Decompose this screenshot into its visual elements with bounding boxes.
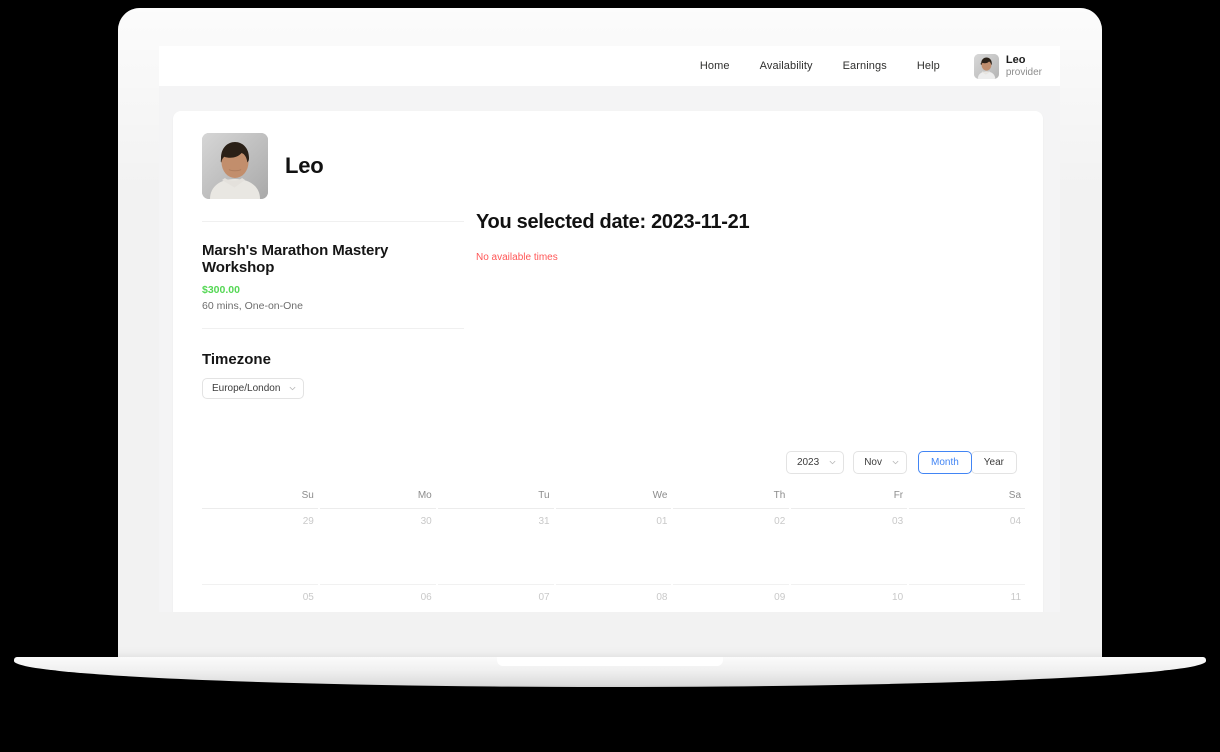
event-price: $300.00 bbox=[202, 284, 240, 296]
calendar-day-cell[interactable]: 11 bbox=[909, 583, 1026, 613]
nav-link-earnings[interactable]: Earnings bbox=[843, 60, 887, 72]
calendar-controls: 2023 Nov Month Year bbox=[202, 451, 1027, 474]
calendar-view-year-button[interactable]: Year bbox=[970, 451, 1017, 474]
calendar-weekday-tu: Tu bbox=[437, 490, 554, 509]
calendar-day-cell[interactable]: 29 bbox=[202, 509, 318, 584]
calendar-day-cell[interactable]: 06 bbox=[319, 583, 436, 613]
calendar-weekday-mo: Mo bbox=[319, 490, 436, 509]
event-divider bbox=[202, 328, 464, 329]
provider-profile: Leo bbox=[202, 133, 464, 199]
timezone-select-value: Europe/London bbox=[212, 383, 281, 394]
chevron-down-icon bbox=[829, 459, 836, 466]
calendar-day-cell[interactable]: 01 bbox=[556, 509, 672, 584]
calendar: 2023 Nov Month Year Su Mo Tu We Th Fr Sa… bbox=[173, 451, 1043, 612]
calendar-day-cell[interactable]: 30 bbox=[320, 509, 436, 584]
provider-avatar-photo bbox=[202, 133, 268, 199]
selected-date-heading: You selected date: 2023-11-21 bbox=[476, 211, 750, 233]
provider-name: Leo bbox=[285, 153, 324, 178]
top-navigation-bar: Home Availability Earnings Help Leo prov… bbox=[159, 46, 1060, 86]
calendar-weekday-sa: Sa bbox=[909, 490, 1026, 509]
calendar-week-row: 05 06 07 08 09 10 11 bbox=[202, 583, 1027, 613]
calendar-day-cell[interactable]: 04 bbox=[909, 509, 1025, 584]
profile-divider bbox=[202, 221, 464, 222]
laptop-mockup-scene: Home Availability Earnings Help Leo prov… bbox=[0, 0, 1220, 752]
calendar-month-select[interactable]: Nov bbox=[853, 451, 907, 474]
event-title: Marsh's Marathon Mastery Workshop bbox=[202, 242, 389, 276]
nav-link-availability[interactable]: Availability bbox=[760, 60, 813, 72]
event-meta: 60 mins, One-on-One bbox=[202, 300, 303, 312]
calendar-day-cell[interactable]: 31 bbox=[438, 509, 554, 584]
calendar-year-select[interactable]: 2023 bbox=[785, 451, 845, 474]
calendar-weekday-th: Th bbox=[673, 490, 790, 509]
nav-user-menu[interactable]: Leo provider bbox=[973, 53, 1042, 79]
booking-left-column: Leo Marsh's Marathon Mastery Workshop $3… bbox=[202, 133, 464, 399]
booking-right-column: You selected date: 2023-11-21 No availab… bbox=[476, 133, 1027, 399]
calendar-view-toggle: Month Year bbox=[917, 451, 1017, 474]
timezone-select[interactable]: Europe/London bbox=[202, 378, 305, 399]
booking-columns: Leo Marsh's Marathon Mastery Workshop $3… bbox=[202, 133, 1027, 399]
timezone-heading: Timezone bbox=[202, 351, 271, 368]
calendar-weekday-fr: Fr bbox=[791, 490, 908, 509]
nav-user-role: provider bbox=[1005, 66, 1042, 78]
calendar-weekday-header-row: Su Mo Tu We Th Fr Sa bbox=[202, 490, 1027, 509]
calendar-day-cell[interactable]: 07 bbox=[437, 583, 554, 613]
chevron-down-icon bbox=[892, 459, 899, 466]
nav-user-name: Leo bbox=[1005, 53, 1026, 66]
user-avatar-photo bbox=[973, 53, 999, 79]
calendar-day-cell[interactable]: 08 bbox=[555, 583, 672, 613]
calendar-grid: Su Mo Tu We Th Fr Sa 29 30 31 01 02 03 0… bbox=[202, 490, 1027, 612]
nav-user-text: Leo provider bbox=[1006, 54, 1042, 78]
nav-link-help[interactable]: Help bbox=[917, 60, 940, 72]
calendar-day-cell[interactable]: 09 bbox=[673, 583, 790, 613]
calendar-view-month-button[interactable]: Month bbox=[917, 451, 972, 474]
calendar-month-value: Nov bbox=[864, 457, 882, 468]
calendar-weekday-su: Su bbox=[202, 490, 318, 509]
calendar-day-cell[interactable]: 02 bbox=[673, 509, 789, 584]
calendar-day-cell[interactable]: 10 bbox=[791, 583, 908, 613]
chevron-down-icon bbox=[289, 385, 296, 392]
booking-card: Leo Marsh's Marathon Mastery Workshop $3… bbox=[173, 111, 1043, 612]
nav-link-home[interactable]: Home bbox=[700, 60, 730, 72]
calendar-day-cell[interactable]: 05 bbox=[202, 583, 318, 613]
calendar-day-cell[interactable]: 03 bbox=[791, 509, 907, 584]
calendar-weekday-we: We bbox=[555, 490, 672, 509]
page-body: Leo Marsh's Marathon Mastery Workshop $3… bbox=[159, 86, 1060, 612]
booking-card-top: Leo Marsh's Marathon Mastery Workshop $3… bbox=[173, 133, 1043, 399]
calendar-year-value: 2023 bbox=[796, 457, 820, 468]
no-available-times-message: No available times bbox=[476, 252, 558, 263]
laptop-base-notch bbox=[497, 657, 723, 666]
browser-screen: Home Availability Earnings Help Leo prov… bbox=[159, 46, 1060, 612]
calendar-week-row: 29 30 31 01 02 03 04 bbox=[202, 509, 1027, 584]
